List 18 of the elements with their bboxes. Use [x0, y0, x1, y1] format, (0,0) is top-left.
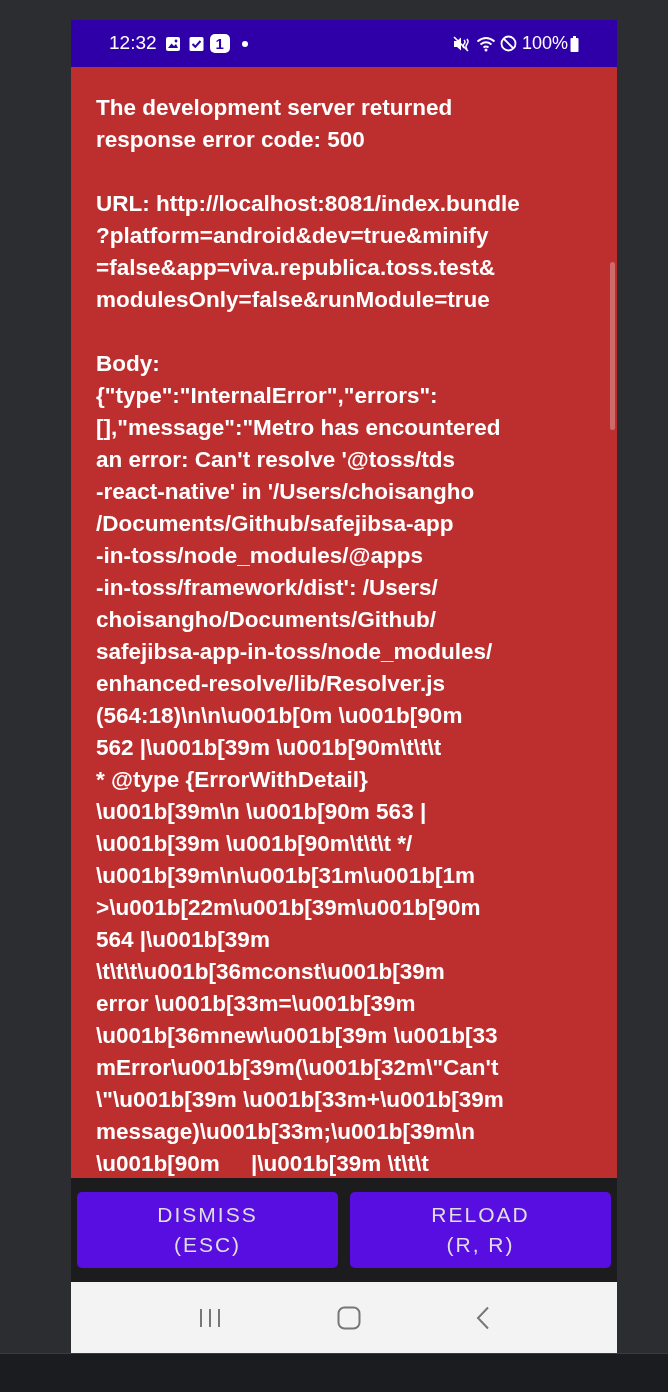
- wifi-icon: [475, 35, 496, 52]
- clock-time: 12:32: [109, 31, 157, 56]
- error-heading: The development server returned response error code: 500: [96, 94, 453, 154]
- action-button[interactable]: RELOAD (R, R): [350, 1192, 611, 1268]
- dot-icon: [241, 40, 248, 47]
- back-icon[interactable]: [475, 1305, 490, 1330]
- notification-badge: 1: [209, 34, 230, 53]
- request-url: URL: http://localhost:8081/index.bundle ?platform=android&dev=true&minify =false&app=viva.republica.toss.test& modulesOnly=false&runModule=true: [96, 190, 520, 314]
- image-icon: [164, 35, 181, 52]
- error-body: Body: {"type":"InternalError","errors": [],"message":"Metro has encountered an error: Can't resolve '@toss/tds -react-native' in '/Users/choisangho /Documents/Github/safejibsa-app -in-toss/node_modules/@apps -in-toss/framework/dist': /Users/ choisangho/Documents/Github/ safejibsa-app-in-toss/node_modules/ enhanced-resolve/lib/Resolver.js (564:18)\n\n\u001b[0m \u001b[90m 562 |\u001b[39m \u001b[90m\t\t\t * @type {ErrorWithDetail} \u001b[39m\n \u001b[90m 563 | \u001b[39m \u001b[90m\t\t\t */ \u001b[39m\n\u001b[31m\u001b[1m >\u001b[22m\u001b[39m\u001b[90m 564 |\u001b[39m \t\t\t\u001b[36mconst\u001b[39m error \u001b[33m=\u001b[39m \u001b[36mnew\u001b[39m \u001b[33 mError\u001b[39m(\u001b[32m\"Can't \"\u001b[39m \u001b[33m+\u001b[39m message)\u001b[33m;\u001b[39m\n \u001b[90m |\u001b[39m \t\t\t: [96, 350, 504, 1178]
- home-icon[interactable]: [337, 1305, 361, 1330]
- checkbox-icon: [188, 35, 204, 52]
- battery-icon: [570, 35, 579, 52]
- battery-percentage: 100%: [521, 32, 568, 55]
- action-button[interactable]: DISMISS (ESC): [77, 1192, 338, 1268]
- do-not-disturb-icon: [499, 35, 517, 52]
- recents-icon[interactable]: [198, 1307, 223, 1328]
- mute-icon: [452, 35, 470, 52]
